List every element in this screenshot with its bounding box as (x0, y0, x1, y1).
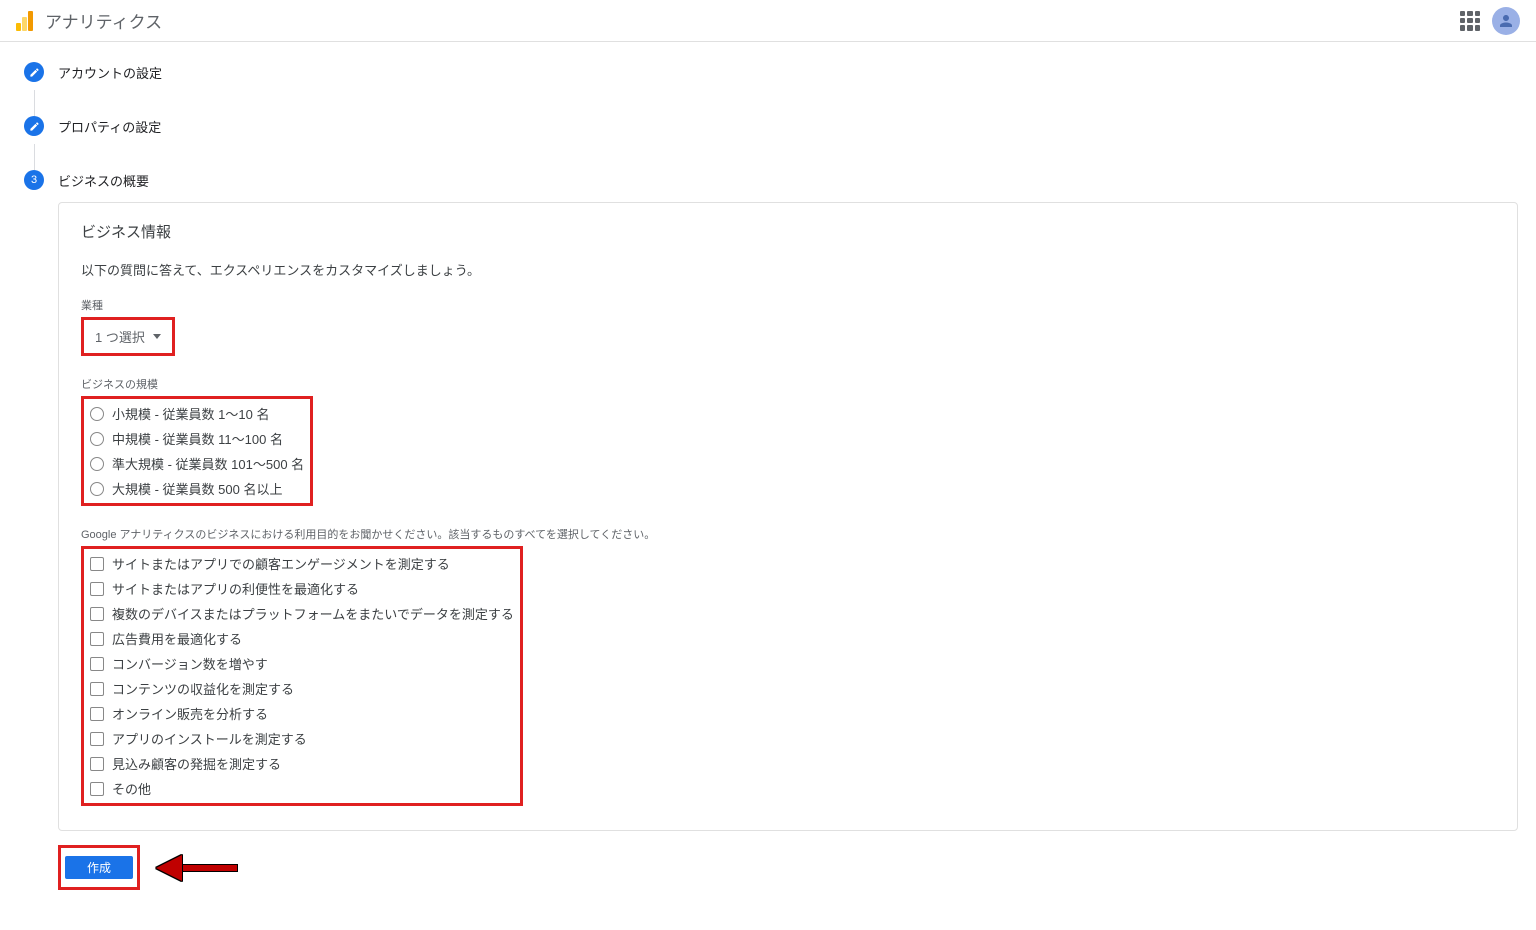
industry-select[interactable]: 1 つ選択 (85, 321, 171, 352)
checkbox-icon (90, 782, 104, 796)
analytics-logo-icon (16, 11, 33, 31)
purpose-option[interactable]: オンライン販売を分析する (88, 701, 516, 726)
select-text: 1 つ選択 (95, 327, 145, 346)
panel-title: ビジネス情報 (81, 221, 1495, 242)
checkbox-icon (90, 757, 104, 771)
step-label: ビジネスの概要 (58, 171, 149, 190)
step-number-icon: 3 (24, 170, 44, 190)
step-property[interactable]: プロパティの設定 (24, 116, 1536, 136)
checkbox-icon (90, 657, 104, 671)
chevron-down-icon (153, 334, 161, 339)
purpose-option[interactable]: アプリのインストールを測定する (88, 726, 516, 751)
highlight-annotation: 作成 (58, 845, 140, 890)
panel-subtitle: 以下の質問に答えて、エクスペリエンスをカスタマイズしましょう。 (81, 260, 1495, 279)
size-option-medium[interactable]: 中規模 - 従業員数 11～100 名 (88, 426, 306, 451)
step-account[interactable]: アカウントの設定 (24, 62, 1536, 82)
highlight-annotation: 小規模 - 従業員数 1～10 名 中規模 - 従業員数 11～100 名 準大… (81, 396, 313, 506)
purpose-option[interactable]: その他 (88, 776, 516, 801)
user-avatar[interactable] (1492, 7, 1520, 35)
checkbox-icon (90, 557, 104, 571)
radio-icon (90, 407, 104, 421)
checkbox-icon (90, 607, 104, 621)
purpose-option[interactable]: 見込み顧客の発掘を測定する (88, 751, 516, 776)
size-label: ビジネスの規模 (81, 376, 1495, 392)
purpose-option[interactable]: 複数のデバイスまたはプラットフォームをまたいでデータを測定する (88, 601, 516, 626)
business-info-panel: ビジネス情報 以下の質問に答えて、エクスペリエンスをカスタマイズしましょう。 業… (58, 202, 1518, 831)
checkbox-icon (90, 682, 104, 696)
step-label: プロパティの設定 (58, 117, 161, 136)
step-connector (34, 144, 35, 170)
purpose-option[interactable]: コンバージョン数を増やす (88, 651, 516, 676)
purpose-option[interactable]: サイトまたはアプリでの顧客エンゲージメントを測定する (88, 551, 516, 576)
step-business: 3 ビジネスの概要 (24, 170, 1536, 190)
highlight-annotation: サイトまたはアプリでの顧客エンゲージメントを測定する サイトまたはアプリの利便性… (81, 546, 523, 806)
size-option-large[interactable]: 大規模 - 従業員数 500 名以上 (88, 476, 306, 501)
purpose-option[interactable]: 広告費用を最適化する (88, 626, 516, 651)
checkbox-icon (90, 582, 104, 596)
step-label: アカウントの設定 (58, 63, 162, 82)
purpose-label: Google アナリティクスのビジネスにおける利用目的をお聞かせください。該当す… (81, 526, 1495, 542)
industry-label: 業種 (81, 297, 1495, 313)
step-connector (34, 90, 35, 116)
checkbox-icon (90, 707, 104, 721)
highlight-annotation: 1 つ選択 (81, 317, 175, 356)
app-title: アナリティクス (45, 8, 162, 33)
edit-icon (24, 62, 44, 82)
size-option-small[interactable]: 小規模 - 従業員数 1～10 名 (88, 401, 306, 426)
radio-icon (90, 457, 104, 471)
checkbox-icon (90, 732, 104, 746)
purpose-option[interactable]: サイトまたはアプリの利便性を最適化する (88, 576, 516, 601)
create-button[interactable]: 作成 (65, 856, 133, 879)
radio-icon (90, 482, 104, 496)
apps-grid-icon[interactable] (1460, 11, 1480, 31)
radio-icon (90, 432, 104, 446)
arrow-annotation-icon (156, 855, 238, 881)
app-header: アナリティクス (0, 0, 1536, 42)
purpose-option[interactable]: コンテンツの収益化を測定する (88, 676, 516, 701)
checkbox-icon (90, 632, 104, 646)
size-option-midlarge[interactable]: 準大規模 - 従業員数 101～500 名 (88, 451, 306, 476)
edit-icon (24, 116, 44, 136)
